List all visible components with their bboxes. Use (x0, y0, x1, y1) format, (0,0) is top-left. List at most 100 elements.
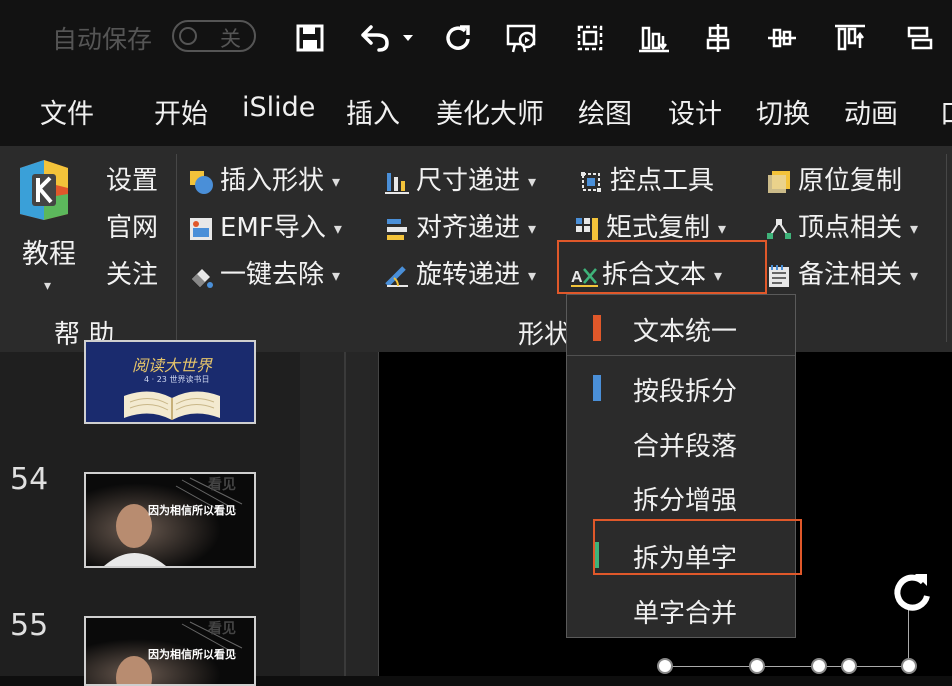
align-progression-label: 对齐递进 (416, 213, 521, 243)
slide-number: 54 (10, 462, 49, 497)
menu-item-split-by-paragraph[interactable]: 按段拆分 (567, 363, 795, 411)
undo-icon[interactable] (352, 16, 396, 60)
undo-dropdown-icon[interactable] (396, 16, 420, 60)
center-icon[interactable] (760, 16, 804, 60)
matrix-copy-label: 矩式复制 (606, 213, 711, 243)
size-progression-label: 尺寸递进 (416, 166, 521, 196)
select-icon[interactable] (568, 16, 612, 60)
insert-shape-icon (188, 169, 214, 195)
menu-item-text-unify[interactable]: 文本统一 (567, 303, 795, 351)
autosave-state: 关 (220, 27, 241, 51)
marker-icon (593, 375, 601, 401)
chevron-down-icon: ▾ (332, 172, 341, 191)
size-progression-icon (384, 169, 410, 195)
rotate-progression-icon (384, 263, 410, 289)
resize-handle[interactable] (901, 658, 917, 674)
resize-handle[interactable] (841, 658, 857, 674)
thumb-word: 看见 (208, 621, 236, 637)
tutorial-button[interactable]: 教程 (22, 232, 76, 271)
align-bottom-icon[interactable] (632, 16, 676, 60)
website-link[interactable]: 官网 (106, 207, 158, 244)
insert-shape-label: 插入形状 (220, 166, 325, 196)
menu-home[interactable]: 开始 (154, 92, 208, 131)
chevron-down-icon: ▾ (528, 266, 537, 285)
menu-file[interactable]: 文件 (40, 92, 94, 131)
tutorial-logo-icon[interactable] (14, 158, 74, 222)
chevron-down-icon: ▾ (332, 266, 341, 285)
group-separator (176, 154, 177, 342)
menu-transitions[interactable]: 切换 (756, 92, 810, 131)
one-click-remove-button[interactable]: 一键去除 ▾ (188, 254, 340, 291)
rotate-progression-button[interactable]: 旋转递进 ▾ (384, 254, 536, 291)
more-icon[interactable] (898, 16, 942, 60)
open-book-image (124, 391, 220, 420)
menu-item-split-enhance[interactable]: 拆分增强 (567, 472, 795, 520)
follow-link[interactable]: 关注 (106, 254, 158, 291)
align-progression-button[interactable]: 对齐递进 ▾ (384, 207, 536, 244)
resize-handle[interactable] (749, 658, 765, 674)
resize-handle[interactable] (811, 658, 827, 674)
vertex-related-button[interactable]: 顶点相关 ▾ (766, 207, 918, 244)
menu-item-label: 合并段落 (633, 432, 738, 462)
vertex-related-label: 顶点相关 (798, 213, 903, 243)
menu-item-merge-paragraphs[interactable]: 合并段落 (567, 418, 795, 466)
present-icon[interactable] (500, 16, 544, 60)
size-progression-button[interactable]: 尺寸递进 ▾ (384, 160, 536, 197)
chevron-down-icon: ▾ (718, 219, 727, 238)
notes-related-button[interactable]: 备注相关 ▾ (766, 254, 918, 291)
control-point-tool-button[interactable]: 控点工具 (578, 160, 714, 197)
control-point-tool-label: 控点工具 (610, 166, 715, 196)
settings-link[interactable]: 设置 (106, 160, 158, 197)
chevron-down-icon: ▾ (333, 219, 342, 238)
tutorial-dropdown-icon[interactable]: ▾ (44, 278, 51, 294)
chevron-down-icon: ▾ (528, 172, 537, 191)
menu-item-label: 文本统一 (633, 317, 738, 347)
matrix-copy-icon (574, 216, 600, 242)
autosave-label: 自动保存 (52, 25, 153, 54)
vertex-related-icon (766, 216, 792, 242)
highlight-split-merge-text (557, 240, 767, 294)
group-separator (946, 154, 947, 342)
resize-handle[interactable] (657, 658, 673, 674)
redo-icon[interactable] (436, 16, 480, 60)
align-progression-icon (384, 216, 410, 242)
menu-design[interactable]: 设计 (668, 92, 722, 131)
thumb-title: 阅读大世界 (132, 356, 213, 375)
slide-thumbnail-53[interactable]: 阅读大世界 4 · 23 世界读书日 (84, 340, 256, 424)
menu-overflow[interactable]: 口 (940, 92, 952, 131)
autosave-toggle[interactable]: 关 (172, 20, 256, 52)
menu-islide[interactable]: iSlide (242, 92, 315, 123)
thumb-quote: 因为相信所以看见 (148, 504, 236, 517)
thumb-word: 看见 (208, 477, 236, 493)
thumb-quote: 因为相信所以看见 (148, 648, 236, 661)
panel-divider (344, 352, 346, 676)
menu-item-label: 按段拆分 (633, 377, 738, 407)
menu-draw[interactable]: 绘图 (578, 92, 632, 131)
align-top-icon[interactable] (828, 16, 872, 60)
rotate-handle-icon[interactable] (885, 566, 937, 618)
in-place-copy-button[interactable]: 原位复制 (766, 160, 902, 197)
menu-animations[interactable]: 动画 (844, 92, 898, 131)
control-point-icon (578, 169, 604, 195)
menu-insert[interactable]: 插入 (346, 92, 400, 131)
rotate-progression-label: 旋转递进 (416, 260, 521, 290)
shape-group-label: 形状 (518, 320, 571, 350)
distribute-icon[interactable] (696, 16, 740, 60)
emf-import-button[interactable]: EMF导入 ▾ (188, 207, 342, 244)
emf-import-icon (188, 216, 214, 242)
split-merge-text-dropdown: 文本统一 按段拆分 合并段落 拆分增强 拆为单字 单字合并 (566, 294, 796, 638)
selection-box (665, 666, 909, 667)
notes-related-label: 备注相关 (798, 260, 903, 290)
save-icon[interactable] (288, 16, 332, 60)
marker-icon (593, 315, 601, 341)
emf-import-label: EMF导入 (220, 213, 326, 243)
menu-divider (567, 355, 795, 356)
slide-thumbnail-54[interactable]: 因为相信所以看见 看见 (84, 472, 256, 568)
matrix-copy-button[interactable]: 矩式复制 ▾ (574, 207, 726, 244)
menu-item-merge-characters[interactable]: 单字合并 (567, 585, 795, 633)
in-place-copy-icon (766, 169, 792, 195)
menu-item-label: 拆分增强 (633, 486, 738, 516)
menu-item-label: 单字合并 (633, 599, 738, 629)
menu-beautify[interactable]: 美化大师 (436, 92, 544, 131)
insert-shape-button[interactable]: 插入形状 ▾ (188, 160, 340, 197)
